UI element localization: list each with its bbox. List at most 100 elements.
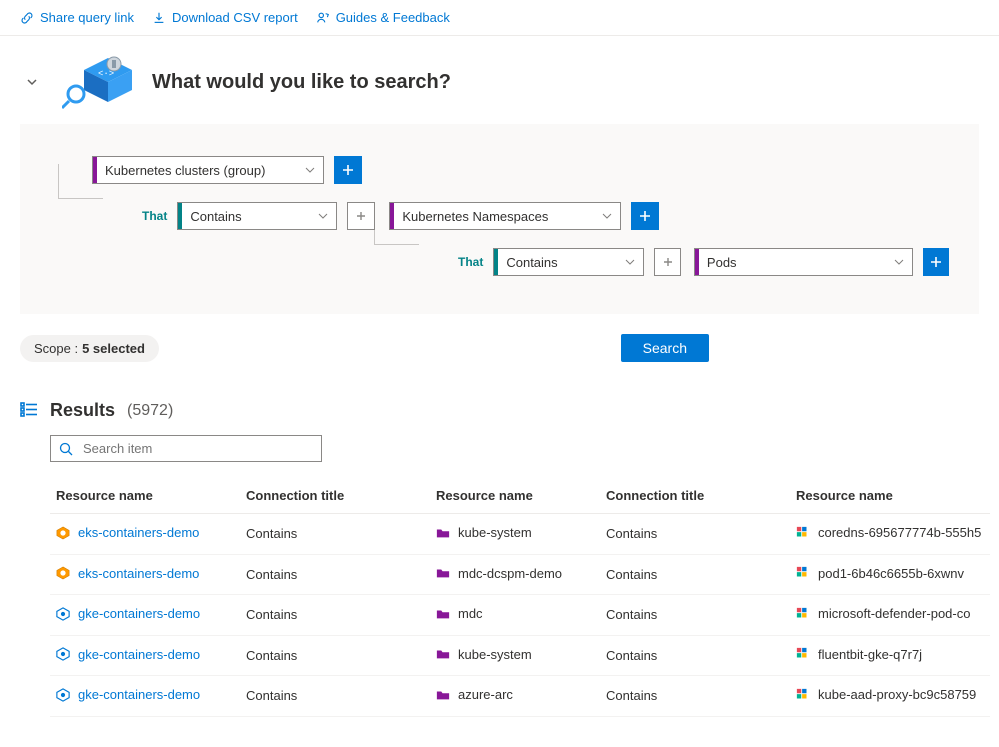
scope-selected: 5 selected [82, 341, 145, 356]
results-header: Results (5972) [0, 374, 999, 431]
namespace-icon [436, 566, 450, 580]
results-search-box[interactable] [50, 435, 322, 462]
connection-cell: Contains [240, 635, 430, 676]
download-csv-button[interactable]: Download CSV report [152, 10, 298, 25]
results-table: Resource name Connection title Resource … [50, 478, 990, 717]
col-resource-name-3[interactable]: Resource name [790, 478, 990, 514]
operator-select-contains-1[interactable]: Contains [177, 202, 337, 230]
page-title: What would you like to search? [152, 71, 451, 94]
pod-icon [796, 526, 810, 540]
cluster-resource-link[interactable]: eks-containers-demo [50, 514, 240, 555]
table-row: gke-containers-demoContainsmdcContainsmi… [50, 595, 990, 636]
table-header-row: Resource name Connection title Resource … [50, 478, 990, 514]
scope-label: Scope : [34, 341, 78, 356]
eks-cluster-icon [56, 526, 70, 540]
chevron-down-icon [305, 165, 315, 175]
table-row: eks-containers-demoContainskube-systemCo… [50, 514, 990, 555]
entity-select-clusters[interactable]: Kubernetes clusters (group) [92, 156, 324, 184]
download-icon [152, 11, 166, 25]
pod-resource-cell: microsoft-defender-pod-co [790, 595, 990, 636]
add-condition-button[interactable] [631, 202, 659, 230]
results-count: (5972) [127, 402, 173, 420]
table-row: eks-containers-demoContainsmdc-dcspm-dem… [50, 554, 990, 595]
pod-resource-cell: coredns-695677774b-555h5 [790, 514, 990, 555]
pod-icon [796, 566, 810, 580]
plus-icon [355, 210, 367, 222]
cluster-resource-link[interactable]: gke-containers-demo [50, 595, 240, 636]
cluster-resource-link[interactable]: gke-containers-demo [50, 635, 240, 676]
pod-icon [796, 607, 810, 621]
guides-label: Guides & Feedback [336, 10, 450, 25]
pod-resource-cell: kube-aad-proxy-bc9c58759 [790, 676, 990, 717]
add-condition-button[interactable] [334, 156, 362, 184]
download-label: Download CSV report [172, 10, 298, 25]
gke-cluster-icon [56, 688, 70, 702]
chevron-down-icon [625, 257, 635, 267]
add-condition-button[interactable] [923, 248, 949, 276]
col-connection-title-2[interactable]: Connection title [600, 478, 790, 514]
col-resource-name-2[interactable]: Resource name [430, 478, 600, 514]
guides-feedback-button[interactable]: Guides & Feedback [316, 10, 450, 25]
namespace-icon [436, 607, 450, 621]
entity-label: Kubernetes Namespaces [402, 209, 594, 224]
entity-select-pods[interactable]: Pods [694, 248, 913, 276]
cluster-resource-link[interactable]: eks-containers-demo [50, 554, 240, 595]
chevron-down-icon [602, 211, 612, 221]
plus-icon [930, 256, 942, 268]
collapse-toggle[interactable] [20, 70, 44, 94]
that-label: That [448, 249, 493, 275]
feedback-icon [316, 11, 330, 25]
search-icon [59, 442, 73, 456]
connection-cell: Contains [240, 554, 430, 595]
connection-cell: Contains [600, 514, 790, 555]
entity-label: Kubernetes clusters (group) [105, 163, 297, 178]
add-operator-button[interactable] [347, 202, 375, 230]
connection-cell: Contains [600, 635, 790, 676]
search-button[interactable]: Search [621, 334, 709, 362]
operator-label: Contains [190, 209, 310, 224]
query-row-2: That Contains Kubernetes Namespaces [132, 200, 949, 232]
that-label: That [132, 203, 177, 229]
connection-cell: Contains [600, 676, 790, 717]
results-table-wrapper: Resource name Connection title Resource … [0, 472, 999, 747]
plus-icon [342, 164, 354, 176]
gke-cluster-icon [56, 647, 70, 661]
add-operator-button[interactable] [654, 248, 680, 276]
operator-select-contains-2[interactable]: Contains [493, 248, 644, 276]
query-builder: Kubernetes clusters (group) That Contain… [20, 124, 979, 314]
eks-cluster-icon [56, 566, 70, 580]
table-row: gke-containers-demoContainskube-systemCo… [50, 635, 990, 676]
cluster-resource-link[interactable]: gke-containers-demo [50, 676, 240, 717]
scope-search-row: Scope : 5 selected Search [0, 314, 999, 374]
scope-pill[interactable]: Scope : 5 selected [20, 335, 159, 362]
namespace-icon [436, 688, 450, 702]
query-row-1: Kubernetes clusters (group) [92, 154, 949, 186]
namespace-resource-cell: kube-system [430, 514, 600, 555]
search-illustration: <·> [62, 54, 134, 110]
results-title: Results [50, 400, 115, 421]
results-search-input[interactable] [81, 440, 313, 457]
chevron-down-icon [26, 76, 38, 88]
plus-icon [662, 256, 674, 268]
namespace-resource-cell: kube-system [430, 635, 600, 676]
page-header: <·> What would you like to search? [0, 36, 999, 124]
pod-icon [796, 647, 810, 661]
plus-icon [639, 210, 651, 222]
connection-cell: Contains [600, 554, 790, 595]
share-label: Share query link [40, 10, 134, 25]
chevron-down-icon [894, 257, 904, 267]
gke-cluster-icon [56, 607, 70, 621]
pod-resource-cell: fluentbit-gke-q7r7j [790, 635, 990, 676]
pod-resource-cell: pod1-6b46c6655b-6xwnv [790, 554, 990, 595]
pod-icon [796, 688, 810, 702]
col-connection-title-1[interactable]: Connection title [240, 478, 430, 514]
top-action-bar: Share query link Download CSV report Gui… [0, 0, 999, 36]
col-resource-name-1[interactable]: Resource name [50, 478, 240, 514]
share-query-link-button[interactable]: Share query link [20, 10, 134, 25]
connection-cell: Contains [600, 595, 790, 636]
namespace-resource-cell: azure-arc [430, 676, 600, 717]
entity-select-namespaces[interactable]: Kubernetes Namespaces [389, 202, 621, 230]
chevron-down-icon [318, 211, 328, 221]
namespace-icon [436, 526, 450, 540]
connection-cell: Contains [240, 514, 430, 555]
